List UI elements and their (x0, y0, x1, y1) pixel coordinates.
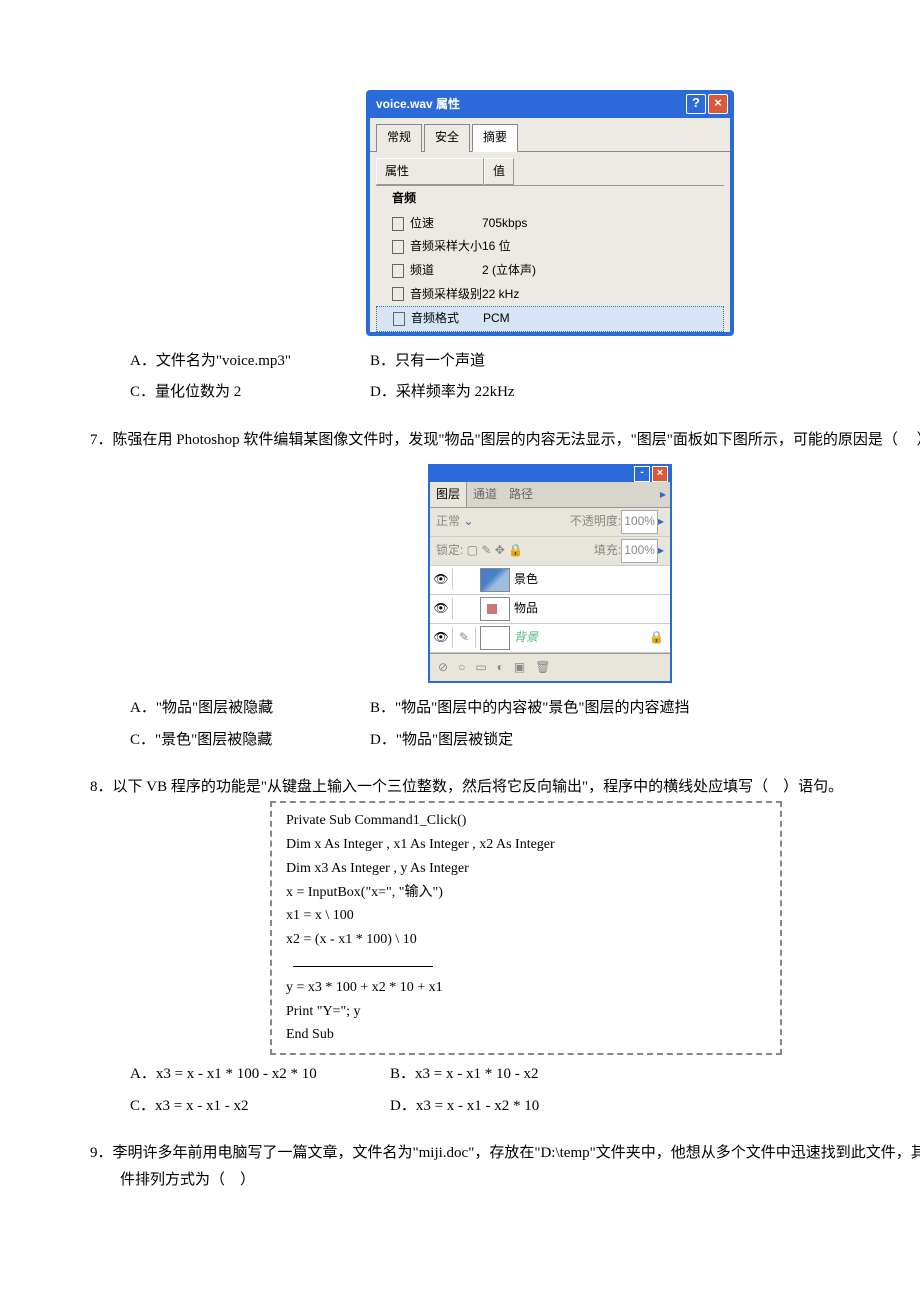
lock-icon: 🔒 (649, 627, 670, 649)
q6-c: C．量化位数为 2 (130, 377, 370, 409)
q6-b: B．只有一个声道 (370, 346, 485, 378)
tab-channels[interactable]: 通道 (467, 482, 503, 508)
q7-a: A．"物品"图层被隐藏 (130, 693, 370, 725)
trash-icon[interactable]: 🗑 (535, 657, 550, 679)
close-button[interactable]: × (652, 466, 668, 482)
close-button[interactable]: × (708, 94, 728, 114)
q8-c: C．x3 = x - x1 - x2 (130, 1091, 390, 1123)
q9-text: 9．李明许多年前用电脑写了一篇文章，文件名为"miji.doc"，存放在"D:\… (120, 1140, 920, 1194)
tab-security[interactable]: 安全 (424, 124, 470, 152)
q7-c: C．"景色"图层被隐藏 (130, 725, 370, 757)
folder-icon[interactable]: ▭ (475, 657, 486, 679)
col-property: 属性 (376, 158, 484, 186)
tab-layers[interactable]: 图层 (430, 482, 467, 508)
layer-row[interactable]: 👁物品 (430, 595, 670, 624)
q8-text: 8．以下 VB 程序的功能是"从键盘上输入一个三位整数，然后将它反向输出"，程序… (90, 774, 920, 801)
lock-icons[interactable]: ▢ ✎ ✥ 🔒 (463, 540, 523, 562)
q7-text: 7．陈强在用 Photoshop 软件编辑某图像文件时，发现"物品"图层的内容无… (90, 427, 920, 454)
tab-summary[interactable]: 摘要 (472, 124, 518, 152)
properties-dialog: voice.wav 属性 ? × 常规 安全 摘要 属性 值 音频 位速705k… (366, 90, 734, 336)
adjustment-icon[interactable]: ◐ (497, 657, 504, 679)
opacity-label: 不透明度: (570, 511, 621, 533)
q8-d: D．x3 = x - x1 - x2 * 10 (390, 1091, 539, 1123)
layer-row[interactable]: 👁✎背景🔒 (430, 624, 670, 653)
visibility-icon[interactable]: 👁 (430, 627, 453, 649)
q6-a: A．文件名为"voice.mp3" (130, 346, 370, 378)
q8-a: A．x3 = x - x1 * 100 - x2 * 10 (130, 1059, 390, 1091)
minimize-button[interactable]: - (634, 466, 650, 482)
property-row[interactable]: 位速705kbps (376, 212, 724, 236)
q7-d: D．"物品"图层被锁定 (370, 725, 513, 757)
layers-panel: - × 图层 通道 路径 ▸ 正常 ⌄ 不透明度: 100%▸ 锁定: ▢ ✎ … (428, 464, 672, 683)
help-button[interactable]: ? (686, 94, 706, 114)
q8-options: A．x3 = x - x1 * 100 - x2 * 10B．x3 = x - … (90, 1059, 920, 1122)
fill-value[interactable]: 100% (621, 539, 658, 563)
dialog-tabs: 常规 安全 摘要 (370, 118, 730, 152)
tab-paths[interactable]: 路径 (503, 482, 539, 508)
q8-b: B．x3 = x - x1 * 10 - x2 (390, 1059, 538, 1091)
link-icon[interactable]: ⊘ (438, 657, 448, 679)
fx-icon[interactable]: ○ (458, 657, 465, 679)
visibility-icon[interactable]: 👁 (430, 569, 453, 591)
panel-menu-icon[interactable]: ▸ (656, 482, 670, 508)
category-row: 音频 (376, 186, 724, 212)
lock-label: 锁定: (436, 540, 463, 562)
col-value: 值 (484, 158, 514, 186)
new-layer-icon[interactable]: ▣ (514, 657, 525, 679)
tab-general[interactable]: 常规 (376, 124, 422, 152)
property-row[interactable]: 音频采样级别22 kHz (376, 283, 724, 307)
property-row[interactable]: 频道2 (立体声) (376, 259, 724, 283)
property-row[interactable]: 音频格式PCM (376, 306, 724, 332)
q7-b: B．"物品"图层中的内容被"景色"图层的内容遮挡 (370, 693, 690, 725)
layer-row[interactable]: 👁景色 (430, 566, 670, 595)
dialog-title: voice.wav 属性 (376, 94, 460, 116)
blend-mode[interactable]: 正常 (436, 511, 460, 533)
q6-d: D．采样频率为 22kHz (370, 377, 515, 409)
visibility-icon[interactable]: 👁 (430, 598, 453, 620)
panel-footer: ⊘ ○ ▭ ◐ ▣ 🗑 (430, 653, 670, 682)
q7-options: A．"物品"图层被隐藏B．"物品"图层中的内容被"景色"图层的内容遮挡 C．"景… (90, 693, 920, 756)
q6-options: A．文件名为"voice.mp3"B．只有一个声道 C．量化位数为 2D．采样频… (90, 346, 920, 409)
opacity-value[interactable]: 100% (621, 510, 658, 534)
fill-label: 填充: (594, 540, 621, 562)
property-row[interactable]: 音频采样大小16 位 (376, 235, 724, 259)
code-block: Private Sub Command1_Click() Dim x As In… (270, 801, 782, 1055)
